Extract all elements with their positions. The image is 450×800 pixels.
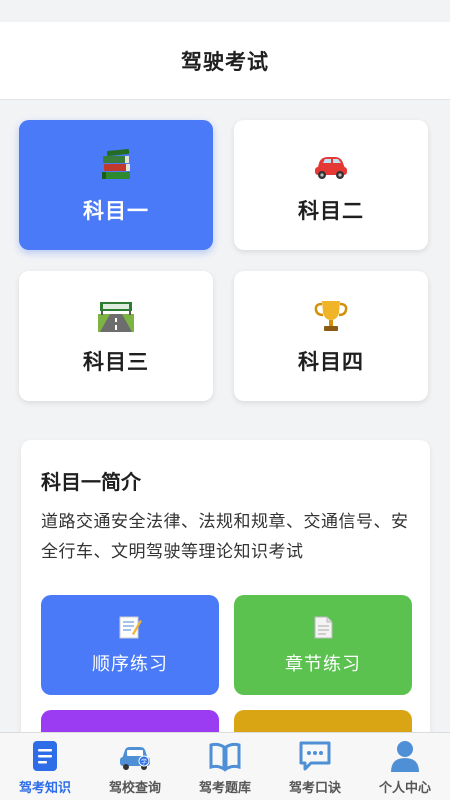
- chapter-practice-button[interactable]: 章节练习: [234, 595, 412, 695]
- subject-label: 科目二: [298, 199, 364, 223]
- tab-label: 驾校查询: [108, 781, 161, 796]
- document-icon: [314, 616, 333, 639]
- subject-card-3[interactable]: 科目三: [19, 271, 213, 401]
- trophy-icon: [314, 301, 348, 331]
- bottom-tab-bar: 驾考知识 学 驾校查询 驾考题库 驾考口诀 个人中心: [0, 732, 450, 800]
- subject-card-1[interactable]: 科目一: [19, 120, 213, 250]
- car-school-icon: 学: [120, 747, 150, 770]
- chat-icon: [299, 741, 331, 771]
- practice-label: 顺序练习: [92, 654, 168, 675]
- tab-label: 驾考知识: [18, 781, 71, 796]
- status-bar: [0, 0, 450, 22]
- tab-question-bank[interactable]: 驾考题库: [180, 733, 270, 800]
- svg-text:学: 学: [141, 758, 147, 766]
- tab-label: 个人中心: [378, 781, 431, 796]
- tab-driving-knowledge[interactable]: 驾考知识: [0, 733, 90, 800]
- header-bar: 驾驶考试: [0, 22, 450, 100]
- tab-label: 驾考题库: [198, 781, 251, 796]
- tab-mnemonics[interactable]: 驾考口诀: [270, 733, 360, 800]
- tab-profile[interactable]: 个人中心: [360, 733, 450, 800]
- page-title: 驾驶考试: [181, 49, 269, 74]
- tab-school-search[interactable]: 学 驾校查询: [90, 733, 180, 800]
- subject-intro-card: 科目一简介 道路交通安全法律、法规和规章、交通信号、安全行车、文明驾驶等理论知识…: [21, 440, 430, 760]
- intro-description: 道路交通安全法律、法规和规章、交通信号、安全行车、文明驾驶等理论知识考试: [41, 512, 409, 562]
- document-list-icon: [33, 741, 57, 771]
- subject-label: 科目三: [83, 350, 149, 374]
- road-icon: [98, 302, 134, 332]
- sequential-practice-button[interactable]: 顺序练习: [41, 595, 219, 695]
- person-icon: [391, 741, 419, 772]
- subject-label: 科目四: [298, 350, 364, 374]
- tab-label: 驾考口诀: [288, 781, 341, 796]
- subject-card-2[interactable]: 科目二: [234, 120, 428, 250]
- intro-heading: 科目一简介: [41, 470, 141, 494]
- book-icon: [209, 742, 241, 772]
- practice-label: 章节练习: [285, 654, 361, 675]
- books-icon: [102, 148, 130, 179]
- subject-label: 科目一: [83, 199, 149, 223]
- car-icon: [315, 157, 347, 179]
- memo-icon: [119, 616, 142, 639]
- subject-card-4[interactable]: 科目四: [234, 271, 428, 401]
